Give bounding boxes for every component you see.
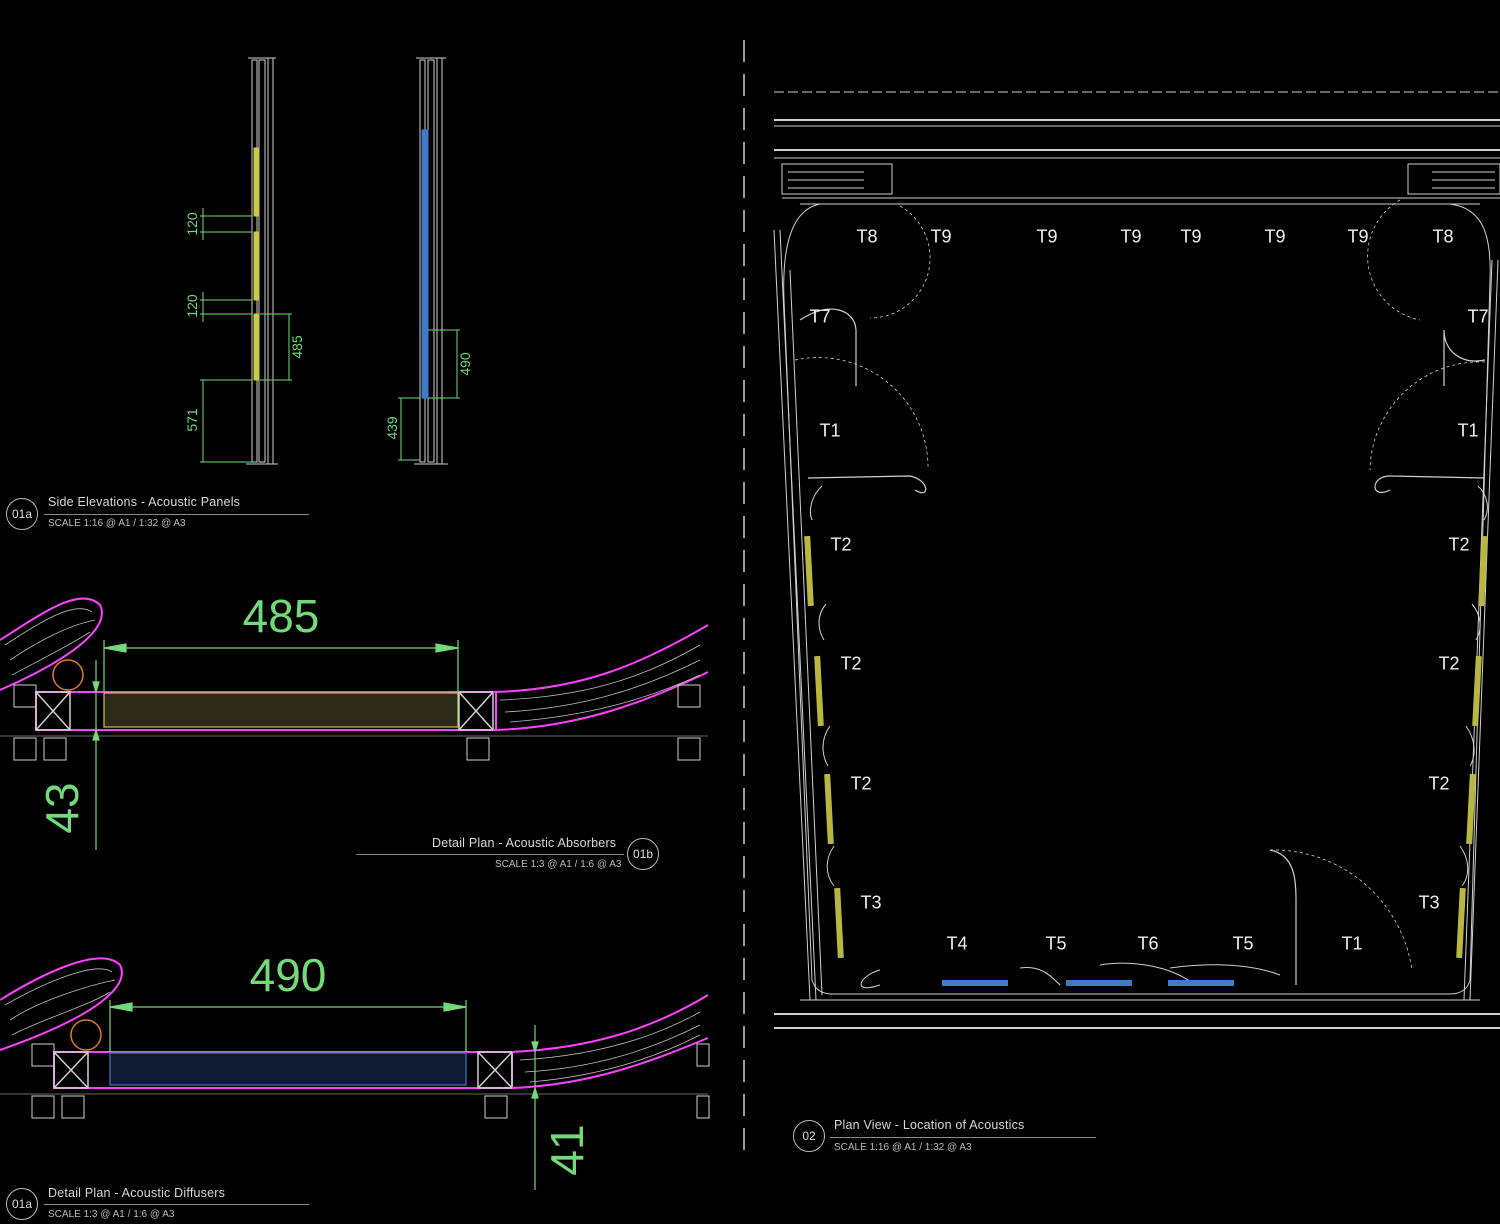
diffuser-dims bbox=[109, 1000, 539, 1190]
plan-tag: T2 bbox=[1438, 653, 1460, 674]
plan-tag: T9 bbox=[1264, 226, 1286, 247]
elev-dim-439: 439 bbox=[384, 416, 400, 440]
diffuser-width-dim: 490 bbox=[249, 949, 327, 1001]
view-scale-side-elevations: SCALE 1:16 @ A1 / 1:32 @ A3 bbox=[48, 518, 186, 529]
plan-tag: T1 bbox=[1457, 420, 1479, 441]
plan-tag: T1 bbox=[1341, 933, 1363, 954]
diffuser-depth-dim: 41 bbox=[541, 1124, 593, 1176]
plan-tag: T2 bbox=[850, 773, 872, 794]
view-number-01b: 01b bbox=[627, 838, 659, 870]
elev-dim-120-upper: 120 bbox=[184, 212, 200, 236]
plan-tag: T2 bbox=[1448, 534, 1470, 555]
elev-dim-490: 490 bbox=[457, 352, 473, 376]
plan-tag: T1 bbox=[819, 420, 841, 441]
view-number-01a-elevations: 01a bbox=[6, 498, 38, 530]
plan-tag: T5 bbox=[1045, 933, 1067, 954]
plan-view-panels bbox=[804, 535, 1488, 986]
plan-tag: T2 bbox=[830, 534, 852, 555]
elev-dim-120-lower: 120 bbox=[184, 294, 200, 318]
elev-dim-485: 485 bbox=[289, 335, 305, 359]
plan-tag: T9 bbox=[1347, 226, 1369, 247]
title-underline bbox=[830, 1137, 1096, 1138]
view-scale-absorbers: SCALE 1:3 @ A1 / 1:6 @ A3 bbox=[495, 859, 622, 870]
view-title-absorbers: Detail Plan - Acoustic Absorbers bbox=[432, 836, 617, 850]
plan-tag: T9 bbox=[930, 226, 952, 247]
absorber-width-dim: 485 bbox=[242, 590, 320, 642]
cad-drawing-canvas bbox=[0, 40, 1500, 1190]
plan-tag: T2 bbox=[840, 653, 862, 674]
plan-tag: T6 bbox=[1137, 933, 1159, 954]
elev-dim-571: 571 bbox=[184, 408, 200, 432]
plan-tag: T7 bbox=[1467, 306, 1489, 327]
diffuser-detail bbox=[0, 957, 710, 1119]
elevation-diffusers-dims bbox=[398, 329, 460, 461]
plan-tag: T9 bbox=[1120, 226, 1142, 247]
title-underline bbox=[356, 854, 624, 855]
plan-tag: T4 bbox=[946, 933, 968, 954]
view-number-02: 02 bbox=[793, 1120, 825, 1152]
absorber-dims bbox=[92, 640, 459, 850]
view-scale-diffusers: SCALE 1:3 @ A1 / 1:6 @ A3 bbox=[48, 1209, 175, 1220]
title-underline bbox=[44, 1204, 309, 1205]
title-underline bbox=[44, 514, 309, 515]
absorber-depth-dim: 43 bbox=[36, 782, 88, 834]
plan-tag: T7 bbox=[809, 306, 831, 327]
elevation-absorbers bbox=[246, 57, 278, 465]
plan-tag: T2 bbox=[1428, 773, 1450, 794]
plan-tag: T9 bbox=[1036, 226, 1058, 247]
plan-tag: T3 bbox=[860, 892, 882, 913]
elevation-absorbers-dims bbox=[200, 208, 292, 463]
elevation-diffusers bbox=[414, 57, 448, 465]
plan-tag: T5 bbox=[1232, 933, 1254, 954]
view-title-diffusers: Detail Plan - Acoustic Diffusers bbox=[48, 1186, 226, 1200]
plan-tag: T8 bbox=[1432, 226, 1454, 247]
view-scale-plan: SCALE 1:16 @ A1 / 1:32 @ A3 bbox=[834, 1142, 972, 1153]
plan-tag: T8 bbox=[856, 226, 878, 247]
view-title-side-elevations: Side Elevations - Acoustic Panels bbox=[48, 495, 241, 509]
view-title-plan: Plan View - Location of Acoustics bbox=[834, 1118, 1025, 1132]
absorber-detail bbox=[0, 597, 709, 761]
plan-tag: T3 bbox=[1418, 892, 1440, 913]
view-number-01a-diffusers: 01a bbox=[6, 1188, 38, 1220]
plan-tag: T9 bbox=[1180, 226, 1202, 247]
